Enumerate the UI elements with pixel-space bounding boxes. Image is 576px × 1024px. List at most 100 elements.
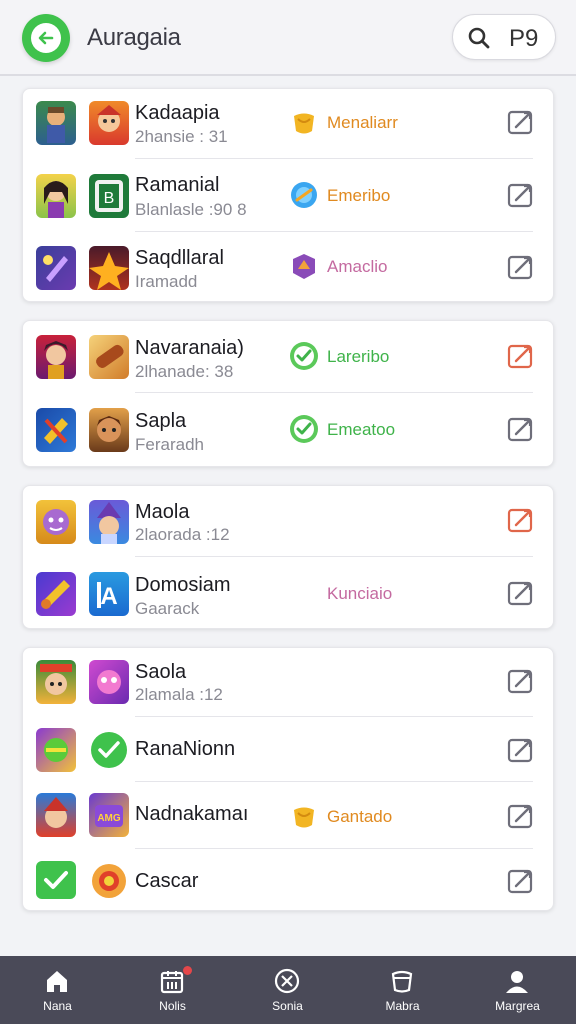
list-item[interactable]: AMG Nadnakamaı Gantado xyxy=(23,783,553,849)
game-thumbnail xyxy=(36,660,76,704)
game-group-card: Maola 2laorada :12 A Domosiam Gaarack Ku… xyxy=(22,485,554,629)
search-button[interactable]: P9 xyxy=(452,14,556,60)
game-thumbnail xyxy=(36,572,76,616)
nav-label: Margrea xyxy=(495,999,540,1013)
game-group-card: Saola 2lamala :12 RanaNionn AMG Nadnakam… xyxy=(22,647,554,911)
green-check-icon xyxy=(290,415,318,443)
game-thumbnail: B xyxy=(89,174,129,218)
row-title: Nadnakamaı xyxy=(135,803,249,825)
nav-item-explore[interactable]: Sonia xyxy=(230,956,345,1024)
nav-item-profile[interactable]: Margrea xyxy=(460,956,575,1024)
edit-icon[interactable] xyxy=(506,414,536,444)
honey-pot-icon xyxy=(294,807,314,828)
row-title: Cascar xyxy=(135,870,199,892)
divider xyxy=(135,556,533,557)
status-tag-label: Emeribo xyxy=(327,186,391,205)
honey-pot-icon xyxy=(294,113,314,134)
back-button[interactable] xyxy=(22,14,70,62)
row-title: Saqdllaral xyxy=(135,247,224,269)
divider xyxy=(135,392,533,393)
svg-text:AMG: AMG xyxy=(97,813,121,824)
page-title: Auragaia xyxy=(87,24,181,51)
list-item[interactable]: RanaNionn xyxy=(23,718,553,782)
list-item[interactable]: A Domosiam Gaarack Kunciaio xyxy=(23,558,553,630)
game-thumbnail xyxy=(89,246,129,290)
list-item[interactable]: Maola 2laorada :12 xyxy=(23,486,553,557)
nav-label: Sonia xyxy=(272,999,303,1013)
row-subtitle: 2lhanade: 38 xyxy=(135,362,234,381)
game-thumbnail xyxy=(89,101,129,145)
edit-icon[interactable] xyxy=(506,578,536,608)
calendar-icon xyxy=(160,971,184,994)
list-item[interactable]: B Ramanial Blanlasle :90 8 Emeribo xyxy=(23,160,553,232)
nav-item-notices[interactable]: Nolis xyxy=(115,956,230,1024)
divider xyxy=(135,231,533,232)
list-item[interactable]: Cascar xyxy=(23,850,553,912)
game-thumbnail xyxy=(36,174,76,218)
game-thumbnail xyxy=(36,246,76,290)
edit-icon[interactable] xyxy=(506,505,536,535)
blue-orb-icon xyxy=(291,182,317,208)
row-subtitle: Feraradh xyxy=(135,435,204,454)
divider xyxy=(135,848,533,849)
game-thumbnail xyxy=(36,793,76,837)
nav-label: Nolis xyxy=(159,999,186,1013)
row-title: Ramanial xyxy=(135,174,220,196)
list-item[interactable]: Saqdllaral Iramadd Amaclio xyxy=(23,233,553,303)
status-tag-label: Kunciaio xyxy=(327,584,393,603)
status-tag-label: Gantado xyxy=(327,807,393,826)
row-subtitle: 2hansie : 31 xyxy=(135,127,228,146)
row-subtitle: 2lamala :12 xyxy=(135,685,223,704)
nav-item-mabra[interactable]: Mabra xyxy=(345,956,460,1024)
row-subtitle: 2laorada :12 xyxy=(135,525,230,544)
list-item[interactable]: Sapla Feraradh Emeatoo xyxy=(23,394,553,466)
status-tag-label: Menaliarr xyxy=(327,113,398,132)
game-thumbnail: AMG xyxy=(89,793,129,837)
game-group-card: Kadaapia 2hansie : 31 Menaliarr B Ramani… xyxy=(22,88,554,302)
game-thumbnail xyxy=(89,335,129,379)
game-thumbnail xyxy=(89,728,129,772)
game-thumbnail xyxy=(89,859,129,903)
notification-badge xyxy=(183,966,192,975)
list-item[interactable]: Kadaapia 2hansie : 31 Menaliarr xyxy=(23,89,553,159)
game-group-card: Navaranaia) 2lhanade: 38 Lareribo Sapla … xyxy=(22,320,554,467)
edit-icon[interactable] xyxy=(506,801,536,831)
search-icon xyxy=(468,27,490,49)
row-subtitle: Blanlasle :90 8 xyxy=(135,200,247,219)
nav-item-home[interactable]: Nana xyxy=(0,956,115,1024)
compass-icon xyxy=(274,968,300,994)
row-title: Sapla xyxy=(135,410,187,432)
list-item[interactable]: Saola 2lamala :12 xyxy=(23,648,553,717)
cup-icon xyxy=(391,970,413,993)
green-check-icon xyxy=(290,342,318,370)
edit-icon[interactable] xyxy=(506,866,536,896)
svg-text:A: A xyxy=(100,583,117,610)
list-item[interactable]: Navaranaia) 2lhanade: 38 Lareribo xyxy=(23,321,553,393)
row-title: Kadaapia xyxy=(135,102,220,124)
game-thumbnail: A xyxy=(89,572,129,616)
edit-icon[interactable] xyxy=(506,341,536,371)
nav-label: Nana xyxy=(43,999,72,1013)
edit-icon[interactable] xyxy=(506,180,536,210)
row-title: Saola xyxy=(135,661,187,683)
divider xyxy=(135,716,533,717)
game-thumbnail xyxy=(36,101,76,145)
edit-icon[interactable] xyxy=(506,735,536,765)
row-title: RanaNionn xyxy=(135,738,236,760)
divider xyxy=(135,781,533,782)
status-tag-label: Lareribo xyxy=(327,347,390,366)
game-thumbnail xyxy=(36,861,76,899)
edit-icon[interactable] xyxy=(506,252,536,282)
game-thumbnail xyxy=(89,408,129,452)
home-icon xyxy=(47,971,67,992)
edit-icon[interactable] xyxy=(506,107,536,137)
purple-gem-icon xyxy=(293,254,315,279)
row-title: Domosiam xyxy=(135,574,231,596)
row-title: Navaranaia) xyxy=(135,337,244,359)
back-arrow-icon xyxy=(31,23,61,53)
edit-icon[interactable] xyxy=(506,666,536,696)
status-tag-label: Amaclio xyxy=(327,257,388,276)
game-thumbnail xyxy=(36,728,76,772)
game-thumbnail xyxy=(36,408,76,452)
profile-icon xyxy=(506,971,528,993)
